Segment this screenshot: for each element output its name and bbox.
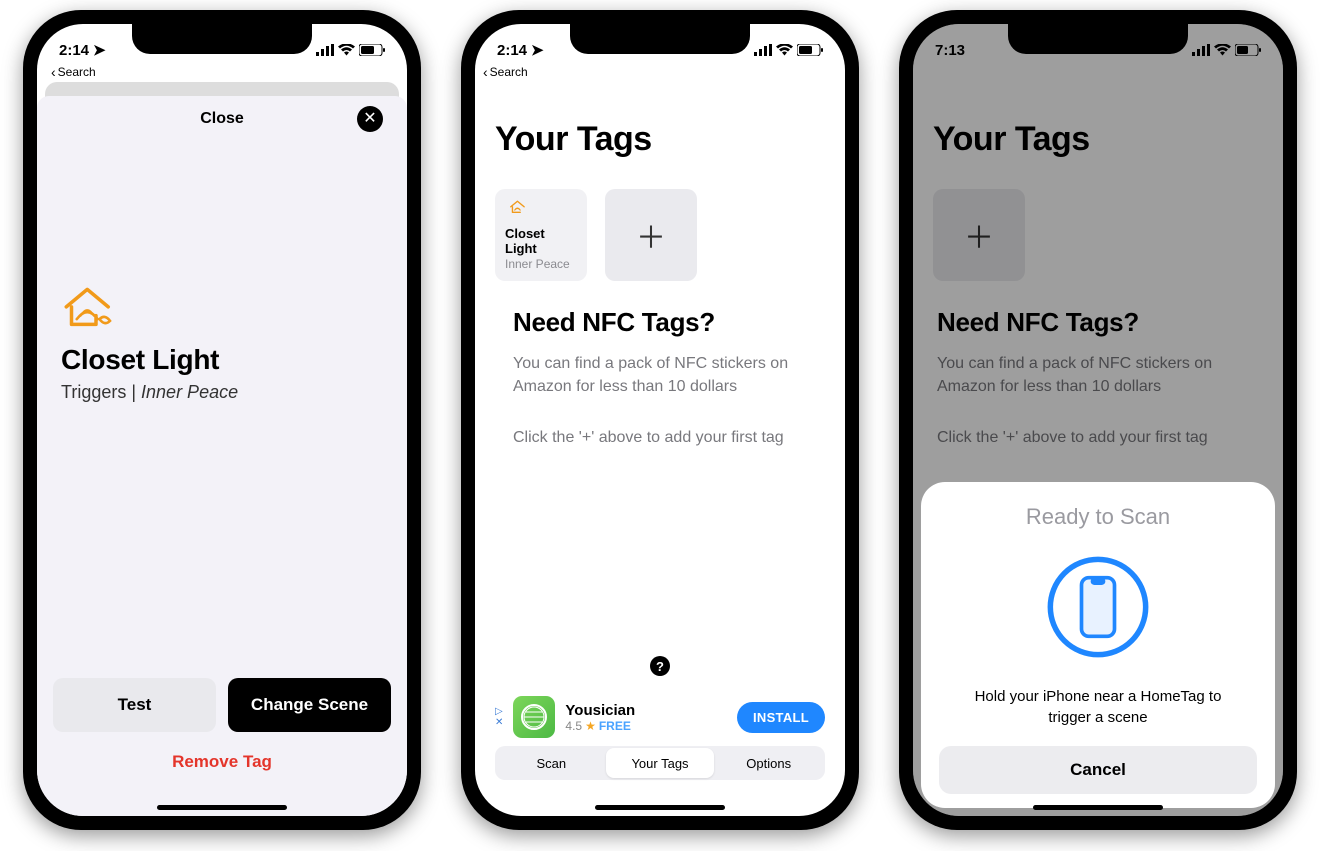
status-time: 7:13 [935, 42, 965, 59]
need-tags-p2: Click the '+' above to add your first ta… [495, 426, 825, 449]
ad-title: Yousician [565, 702, 727, 719]
screen-3: 7:13 Your Tags ＋ Need NFC Tags? You can … [913, 24, 1283, 816]
screen-2: 2:14 ➤ ‹ Search Your Tags [475, 24, 845, 816]
close-label[interactable]: Close [200, 110, 244, 128]
change-scene-button[interactable]: Change Scene [228, 678, 391, 732]
ad-rating: 4.5 [565, 719, 582, 733]
star-icon: ★ [585, 719, 596, 733]
close-icon: ✕ [363, 111, 376, 127]
phone-1: 2:14 ➤ ‹ Search Close ✕ [23, 10, 421, 830]
cancel-button[interactable]: Cancel [939, 746, 1257, 794]
status-icons [1192, 44, 1261, 56]
status-time: 2:14 [59, 42, 89, 59]
page-title: Your Tags [495, 120, 825, 159]
battery-icon [1235, 44, 1261, 56]
status-icons [754, 44, 823, 56]
need-tags-heading: Need NFC Tags? [495, 307, 825, 338]
help-button[interactable]: ? [650, 656, 670, 676]
tab-scan[interactable]: Scan [497, 748, 606, 778]
tag-detail-sheet: Close ✕ Closet Light Triggers | Inner Pe… [37, 96, 407, 816]
nfc-scan-sheet: Ready to Scan Hold your iPhone near a Ho… [921, 482, 1275, 808]
hometag-icon [61, 282, 117, 330]
ad-install-button[interactable]: INSTALL [737, 702, 825, 733]
notch [570, 24, 750, 54]
cellular-icon [1192, 44, 1210, 56]
back-search[interactable]: ‹ Search [37, 64, 407, 80]
tag-subtitle: Triggers | Inner Peace [61, 382, 383, 403]
tab-your-tags[interactable]: Your Tags [606, 748, 715, 778]
location-icon: ➤ [93, 41, 106, 59]
phone-2: 2:14 ➤ ‹ Search Your Tags [461, 10, 859, 830]
notch [1008, 24, 1188, 54]
back-search[interactable]: ‹ Search [475, 64, 845, 80]
need-tags-p1: You can find a pack of NFC stickers on A… [495, 352, 825, 398]
tab-options[interactable]: Options [714, 748, 823, 778]
home-indicator[interactable] [1033, 805, 1163, 810]
ad-price: FREE [599, 719, 631, 733]
tag-tile[interactable]: Closet Light Inner Peace [495, 189, 587, 281]
question-icon: ? [656, 659, 664, 674]
wifi-icon [338, 44, 355, 56]
scan-sheet-title: Ready to Scan [939, 504, 1257, 530]
cellular-icon [754, 44, 772, 56]
tag-tile-sub: Inner Peace [505, 257, 570, 271]
screen-1: 2:14 ➤ ‹ Search Close ✕ [37, 24, 407, 816]
cellular-icon [316, 44, 334, 56]
status-icons [316, 44, 385, 56]
ad-app-icon [513, 696, 555, 738]
chevron-left-icon: ‹ [51, 64, 56, 80]
home-indicator[interactable] [595, 805, 725, 810]
phone-3: 7:13 Your Tags ＋ Need NFC Tags? You can … [899, 10, 1297, 830]
wifi-icon [776, 44, 793, 56]
chevron-left-icon: ‹ [483, 64, 488, 80]
tag-tile-title: Closet Light [505, 226, 577, 256]
test-button[interactable]: Test [53, 678, 216, 732]
ad-choices-icon[interactable]: ▷✕ [495, 706, 503, 728]
battery-icon [797, 44, 823, 56]
home-indicator[interactable] [157, 805, 287, 810]
nfc-scan-icon [1043, 552, 1153, 662]
plus-icon: ＋ [636, 213, 666, 257]
add-tag-tile[interactable]: ＋ [605, 189, 697, 281]
status-time: 2:14 [497, 42, 527, 59]
notch [132, 24, 312, 54]
remove-tag-button[interactable]: Remove Tag [37, 752, 407, 772]
close-button[interactable]: ✕ [357, 106, 383, 132]
hometag-icon [505, 199, 531, 214]
wifi-icon [1214, 44, 1231, 56]
bottom-tabs: Scan Your Tags Options [495, 746, 825, 780]
tag-title: Closet Light [61, 344, 383, 376]
battery-icon [359, 44, 385, 56]
ad-banner[interactable]: ▷✕ Yousician 4.5 ★ FREE INSTALL [495, 696, 825, 738]
location-icon: ➤ [531, 41, 544, 59]
scan-sheet-message: Hold your iPhone near a HomeTag to trigg… [939, 686, 1257, 728]
